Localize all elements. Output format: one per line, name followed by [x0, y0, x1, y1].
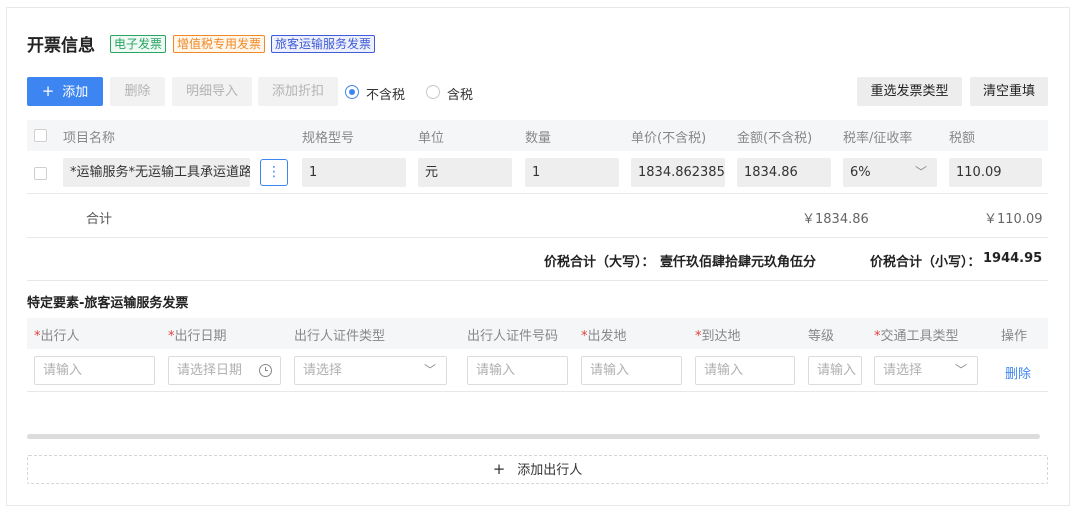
col-id-type-label: 出行人证件类型: [294, 329, 386, 344]
quantity-input[interactable]: 1: [525, 158, 619, 187]
id-type-select[interactable]: 请选择 ﹀: [294, 356, 447, 385]
col-arrival-label: 到达地: [701, 329, 741, 344]
col-vehicle-type-label: 交通工具类型: [880, 329, 959, 344]
col-id-number-label: 出行人证件号码: [467, 329, 559, 344]
tag-electronic: 电子发票: [110, 35, 167, 53]
col-amount: 金额(不含税): [737, 131, 813, 146]
summary-divider: [27, 280, 1048, 281]
select-all-checkbox[interactable]: [34, 129, 47, 142]
arrival-input[interactable]: 请输入: [695, 356, 795, 385]
add-passenger-button[interactable]: + 添加出行人: [27, 455, 1048, 484]
unit-input[interactable]: 元: [418, 158, 512, 187]
col-grade-label: 等级: [808, 329, 835, 344]
row-checkbox[interactable]: [34, 167, 47, 180]
total-divider: [27, 237, 1048, 238]
departure-input[interactable]: 请输入: [581, 356, 682, 385]
clock-icon: [259, 364, 272, 377]
plus-icon: +: [492, 460, 506, 478]
add-passenger-label: 添加出行人: [517, 463, 583, 478]
id-type-placeholder: 请选择: [303, 363, 343, 378]
tag-vat-special: 增值税专用发票: [173, 35, 266, 53]
chevron-down-icon: ﹀: [954, 363, 967, 377]
col-id-number: 出行人证件号码: [467, 325, 558, 344]
chevron-down-icon: ﹀: [423, 363, 436, 377]
col-actions-label: 操作: [1001, 329, 1028, 344]
col-id-type: 出行人证件类型: [294, 325, 385, 344]
vehicle-type-placeholder: 请选择: [883, 363, 923, 378]
col-vehicle-type: *交通工具类型: [874, 325, 959, 344]
col-tax: 税额: [949, 131, 976, 146]
amount-input[interactable]: 1834.86: [737, 158, 831, 187]
import-detail-button[interactable]: 明细导入: [172, 77, 252, 106]
col-spec: 规格型号: [302, 131, 355, 146]
summary-lower-value: 1944.95: [983, 251, 1043, 266]
total-amount: ￥1834.86: [802, 212, 869, 227]
col-departure: *出发地: [581, 325, 627, 344]
col-unit: 单位: [418, 131, 445, 146]
add-button[interactable]: + 添加: [27, 77, 103, 106]
radio-tax-inclusive[interactable]: [426, 85, 440, 99]
travel-date-placeholder: 请选择日期: [177, 363, 243, 378]
add-discount-button[interactable]: 添加折扣: [258, 77, 338, 106]
vehicle-type-select[interactable]: 请选择 ﹀: [874, 356, 978, 385]
delete-passenger-link[interactable]: 删除: [1005, 363, 1031, 382]
chevron-down-icon: ﹀: [914, 165, 927, 179]
radio-tax-exclusive[interactable]: [345, 85, 359, 99]
col-unit-price: 单价(不含税): [631, 131, 707, 146]
col-traveler: *出行人: [34, 325, 80, 344]
col-item-name: 项目名称: [63, 131, 116, 146]
col-traveler-label: 出行人: [40, 329, 80, 344]
summary-upper-label: 价税合计（大写）：: [544, 255, 655, 270]
tag-passenger-transport: 旅客运输服务发票: [271, 35, 376, 53]
horizontal-scrollbar[interactable]: [27, 434, 1040, 439]
col-actions: 操作: [1001, 325, 1027, 344]
col-grade: 等级: [808, 325, 834, 344]
spec-input[interactable]: 1: [302, 158, 406, 187]
radio-tax-exclusive-label[interactable]: 不含税: [366, 84, 405, 103]
section-title: 特定要素-旅客运输服务发票: [27, 296, 189, 311]
more-vertical-icon[interactable]: ⋮: [260, 159, 288, 186]
tax-input[interactable]: 110.09: [949, 158, 1042, 187]
unit-price-input[interactable]: 1834.862385: [631, 158, 725, 187]
travel-date-picker[interactable]: 请选择日期: [168, 356, 281, 385]
delete-button[interactable]: 删除: [110, 77, 165, 106]
page-title: 开票信息: [27, 36, 95, 56]
grade-input[interactable]: 请输入: [808, 356, 862, 385]
col-travel-date-label: 出行日期: [174, 329, 227, 344]
reselect-invoice-type-button[interactable]: 重选发票类型: [857, 77, 962, 106]
col-travel-date: *出行日期: [168, 325, 227, 344]
total-label: 合计: [86, 212, 113, 227]
clear-refill-button[interactable]: 清空重填: [970, 77, 1048, 106]
summary-lower-label: 价税合计（小写）：: [870, 255, 981, 270]
traveler-input[interactable]: 请输入: [34, 356, 155, 385]
item-name-input[interactable]: *运输服务*无运输工具承运道路: [63, 158, 250, 187]
add-button-label: 添加: [62, 85, 89, 100]
col-quantity: 数量: [525, 131, 552, 146]
radio-tax-inclusive-label[interactable]: 含税: [447, 84, 473, 103]
col-departure-label: 出发地: [587, 329, 627, 344]
col-arrival: *到达地: [695, 325, 741, 344]
tax-rate-value: 6%: [850, 165, 871, 180]
passenger-row-divider: [27, 391, 1048, 392]
total-tax: ￥110.09: [984, 212, 1043, 227]
summary-upper-value: 壹仟玖佰肆拾肆元玖角伍分: [660, 255, 817, 270]
col-tax-rate: 税率/征收率: [843, 131, 913, 146]
tax-rate-select[interactable]: 6% ﹀: [843, 158, 937, 187]
plus-icon: +: [41, 82, 55, 100]
row-divider: [27, 193, 1048, 194]
id-number-input[interactable]: 请输入: [467, 356, 568, 385]
